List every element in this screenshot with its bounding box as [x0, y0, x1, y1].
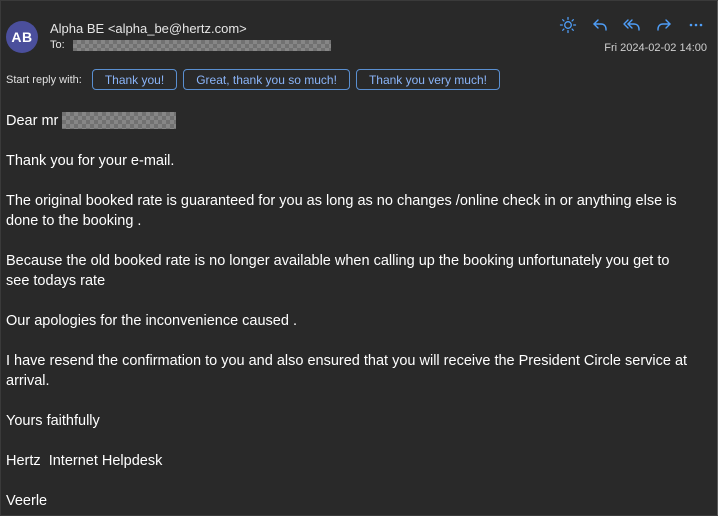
greeting-paragraph: Dear mr [6, 111, 696, 131]
sun-icon[interactable] [557, 14, 579, 36]
quick-reply-thank-you-very-much-button[interactable]: Thank you very much! [355, 69, 500, 90]
quick-reply-bar: Start reply with: Thank you! Great, than… [6, 69, 500, 90]
forward-icon[interactable] [653, 14, 675, 36]
more-icon[interactable] [685, 14, 707, 36]
reply-all-icon[interactable] [621, 14, 643, 36]
redacted-recipient-name [62, 112, 177, 129]
signature-name: Veerle [6, 493, 48, 509]
redacted-recipient [72, 39, 331, 51]
message-date: Fri 2024-02-02 14:00 [604, 42, 707, 54]
recipient-line: To: [50, 39, 331, 51]
message-body: Dear mr Thank you for your e-mail. The o… [6, 111, 696, 516]
email-reading-pane: AB Alpha BE <alpha_be@hertz.com> To: Fri… [0, 0, 718, 516]
closing-paragraph: Yours faithfully [6, 413, 100, 429]
body-paragraph: The original booked rate is guaranteed f… [6, 193, 677, 229]
body-paragraph: Because the old booked rate is no longer… [6, 253, 670, 289]
sender-avatar[interactable]: AB [6, 21, 38, 53]
greeting-text: Dear mr [6, 113, 59, 129]
sender-from[interactable]: Alpha BE <alpha_be@hertz.com> [50, 21, 247, 36]
signature-department: Hertz Internet Helpdesk [6, 453, 163, 469]
quick-reply-label: Start reply with: [6, 73, 82, 86]
body-paragraph: Thank you for your e-mail. [6, 153, 175, 169]
sender-initials: AB [11, 29, 33, 45]
body-paragraph: Our apologies for the inconvenience caus… [6, 313, 297, 329]
body-paragraph: I have resend the confirmation to you an… [6, 353, 688, 389]
reply-icon[interactable] [589, 14, 611, 36]
message-actions [557, 14, 707, 36]
quick-reply-thank-you-button[interactable]: Thank you! [91, 69, 178, 90]
to-label: To: [50, 39, 65, 51]
quick-reply-great-thanks-button[interactable]: Great, thank you so much! [183, 69, 350, 90]
